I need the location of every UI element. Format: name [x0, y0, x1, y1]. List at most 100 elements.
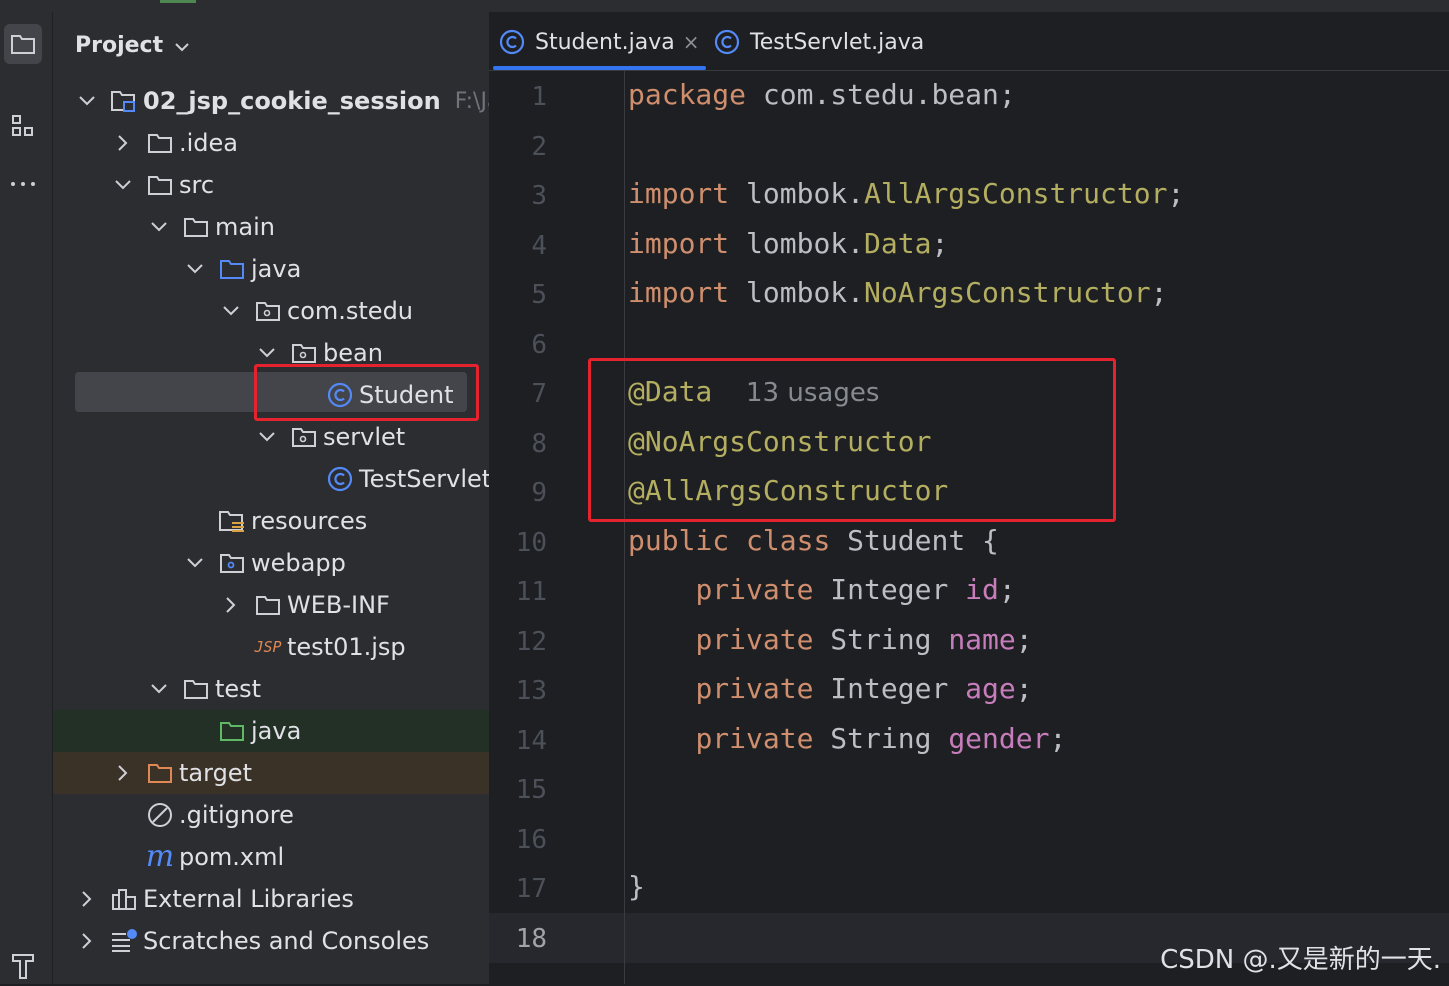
code-token: import — [628, 276, 730, 309]
folder-icon — [145, 129, 175, 157]
chevron-down-icon[interactable] — [147, 677, 171, 701]
tree-item[interactable]: java — [53, 248, 489, 290]
code-line[interactable]: package com.stedu.bean; — [628, 78, 1016, 111]
chevron-down-icon[interactable] — [111, 173, 135, 197]
build-icon[interactable] — [4, 946, 42, 986]
tree-item[interactable]: 02_jsp_cookie_session F:\Jav — [53, 80, 489, 122]
line-number: 8 — [531, 428, 547, 459]
chevron-right-icon[interactable] — [111, 761, 135, 785]
chevron-down-icon[interactable] — [255, 341, 279, 365]
source-folder-icon — [217, 255, 247, 283]
jsp-file-icon: JSP — [254, 638, 282, 656]
tab-student-java[interactable]: Student.java × — [499, 22, 699, 62]
project-view-icon[interactable] — [4, 24, 42, 64]
excluded-folder-icon — [145, 759, 175, 787]
tree-item[interactable]: JSP test01.jsp — [53, 626, 489, 668]
package-icon — [253, 297, 283, 325]
code-token: } — [628, 870, 645, 903]
tree-item[interactable]: Scratches and Consoles — [53, 920, 489, 962]
chevron-down-icon[interactable] — [183, 257, 207, 281]
code-token: AllArgsConstructor — [864, 177, 1168, 210]
tree-item[interactable]: webapp — [53, 542, 489, 584]
code-token: ; — [998, 573, 1016, 606]
chevron-down-icon[interactable] — [255, 425, 279, 449]
code-token: private — [695, 622, 814, 656]
tree-item-label: .gitignore — [179, 801, 294, 829]
code-line[interactable]: import lombok.Data; — [628, 227, 948, 260]
tree-item[interactable]: src — [53, 164, 489, 206]
activity-bar — [0, 12, 53, 984]
code-token: lombok. — [729, 226, 865, 260]
chevron-right-icon[interactable] — [219, 593, 243, 617]
tree-item-label: .idea — [179, 129, 239, 157]
top-accent — [160, 0, 196, 3]
code-line[interactable]: import lombok.AllArgsConstructor; — [628, 177, 1184, 210]
gutter-separator — [624, 70, 625, 984]
chevron-right-icon[interactable] — [75, 887, 99, 911]
line-number: 13 — [515, 676, 547, 706]
tree-item[interactable]: External Libraries — [53, 878, 489, 920]
tree-item[interactable]: resources — [53, 500, 489, 542]
code-line[interactable]: private Integer id; — [628, 573, 1016, 606]
close-icon[interactable]: × — [683, 30, 700, 54]
chevron-down-icon[interactable] — [147, 215, 171, 239]
ignored-file-icon — [145, 801, 175, 829]
line-number: 12 — [515, 626, 547, 657]
line-number: 7 — [531, 379, 547, 409]
tree-item[interactable]: target — [53, 752, 489, 794]
tree-item[interactable]: WEB-INF — [53, 584, 489, 626]
chevron-down-icon[interactable] — [175, 33, 189, 58]
maven-file-icon: m — [145, 839, 175, 874]
tree-item[interactable]: java — [53, 710, 489, 752]
code-token: lombok. — [729, 276, 865, 309]
code-token: import — [628, 226, 730, 260]
tree-item-label: target — [179, 759, 252, 787]
folder-icon — [145, 171, 175, 199]
line-number: 15 — [515, 775, 547, 805]
editor-tab-bar: Student.java × TestServlet.java — [489, 12, 1449, 71]
tree-item-label: src — [179, 171, 215, 199]
code-editor: Student.java × TestServlet.java 1 package… — [489, 12, 1449, 984]
tree-item[interactable]: com.stedu — [53, 290, 489, 332]
chevron-down-icon[interactable] — [183, 551, 207, 575]
project-panel-header[interactable]: Project — [75, 30, 189, 60]
chevron-right-icon[interactable] — [111, 131, 135, 155]
code-token: package — [628, 78, 747, 111]
line-number: 10 — [515, 527, 547, 558]
line-number: 17 — [515, 874, 547, 904]
tree-item-label: servlet — [323, 423, 406, 451]
code-token: Data — [864, 226, 932, 260]
code-line[interactable]: } — [628, 870, 645, 903]
structure-icon[interactable] — [4, 106, 42, 146]
code-token: String — [813, 622, 949, 656]
tree-item[interactable]: TestServlet — [53, 458, 489, 500]
chevron-down-icon[interactable] — [75, 89, 99, 113]
code-line[interactable]: import lombok.NoArgsConstructor; — [628, 276, 1167, 309]
code-line[interactable]: private String name; — [628, 622, 1032, 656]
code-token: ; — [1150, 276, 1168, 309]
tree-item[interactable]: main — [53, 206, 489, 248]
class-icon — [714, 29, 740, 55]
tree-item[interactable]: m pom.xml — [53, 836, 489, 878]
code-line[interactable]: private String gender; — [628, 722, 1066, 755]
chevron-right-icon[interactable] — [75, 929, 99, 953]
line-number: 18 — [515, 923, 547, 954]
code-line[interactable]: private Integer age; — [628, 672, 1032, 705]
code-token: ; — [1049, 721, 1067, 755]
tree-item-label: External Libraries — [143, 885, 354, 913]
code-line[interactable]: public class Student { — [628, 524, 999, 557]
tree-item[interactable]: test — [53, 668, 489, 710]
tree-item[interactable]: .idea — [53, 122, 489, 164]
project-panel: Project 02_jsp_cookie_session F:\Jav .idea… — [53, 12, 489, 984]
tree-item[interactable]: .gitignore — [53, 794, 489, 836]
tree-item[interactable]: servlet — [53, 416, 489, 458]
more-icon[interactable] — [4, 164, 42, 204]
chevron-down-icon[interactable] — [219, 299, 243, 323]
tab-testservlet-java[interactable]: TestServlet.java — [714, 22, 924, 62]
